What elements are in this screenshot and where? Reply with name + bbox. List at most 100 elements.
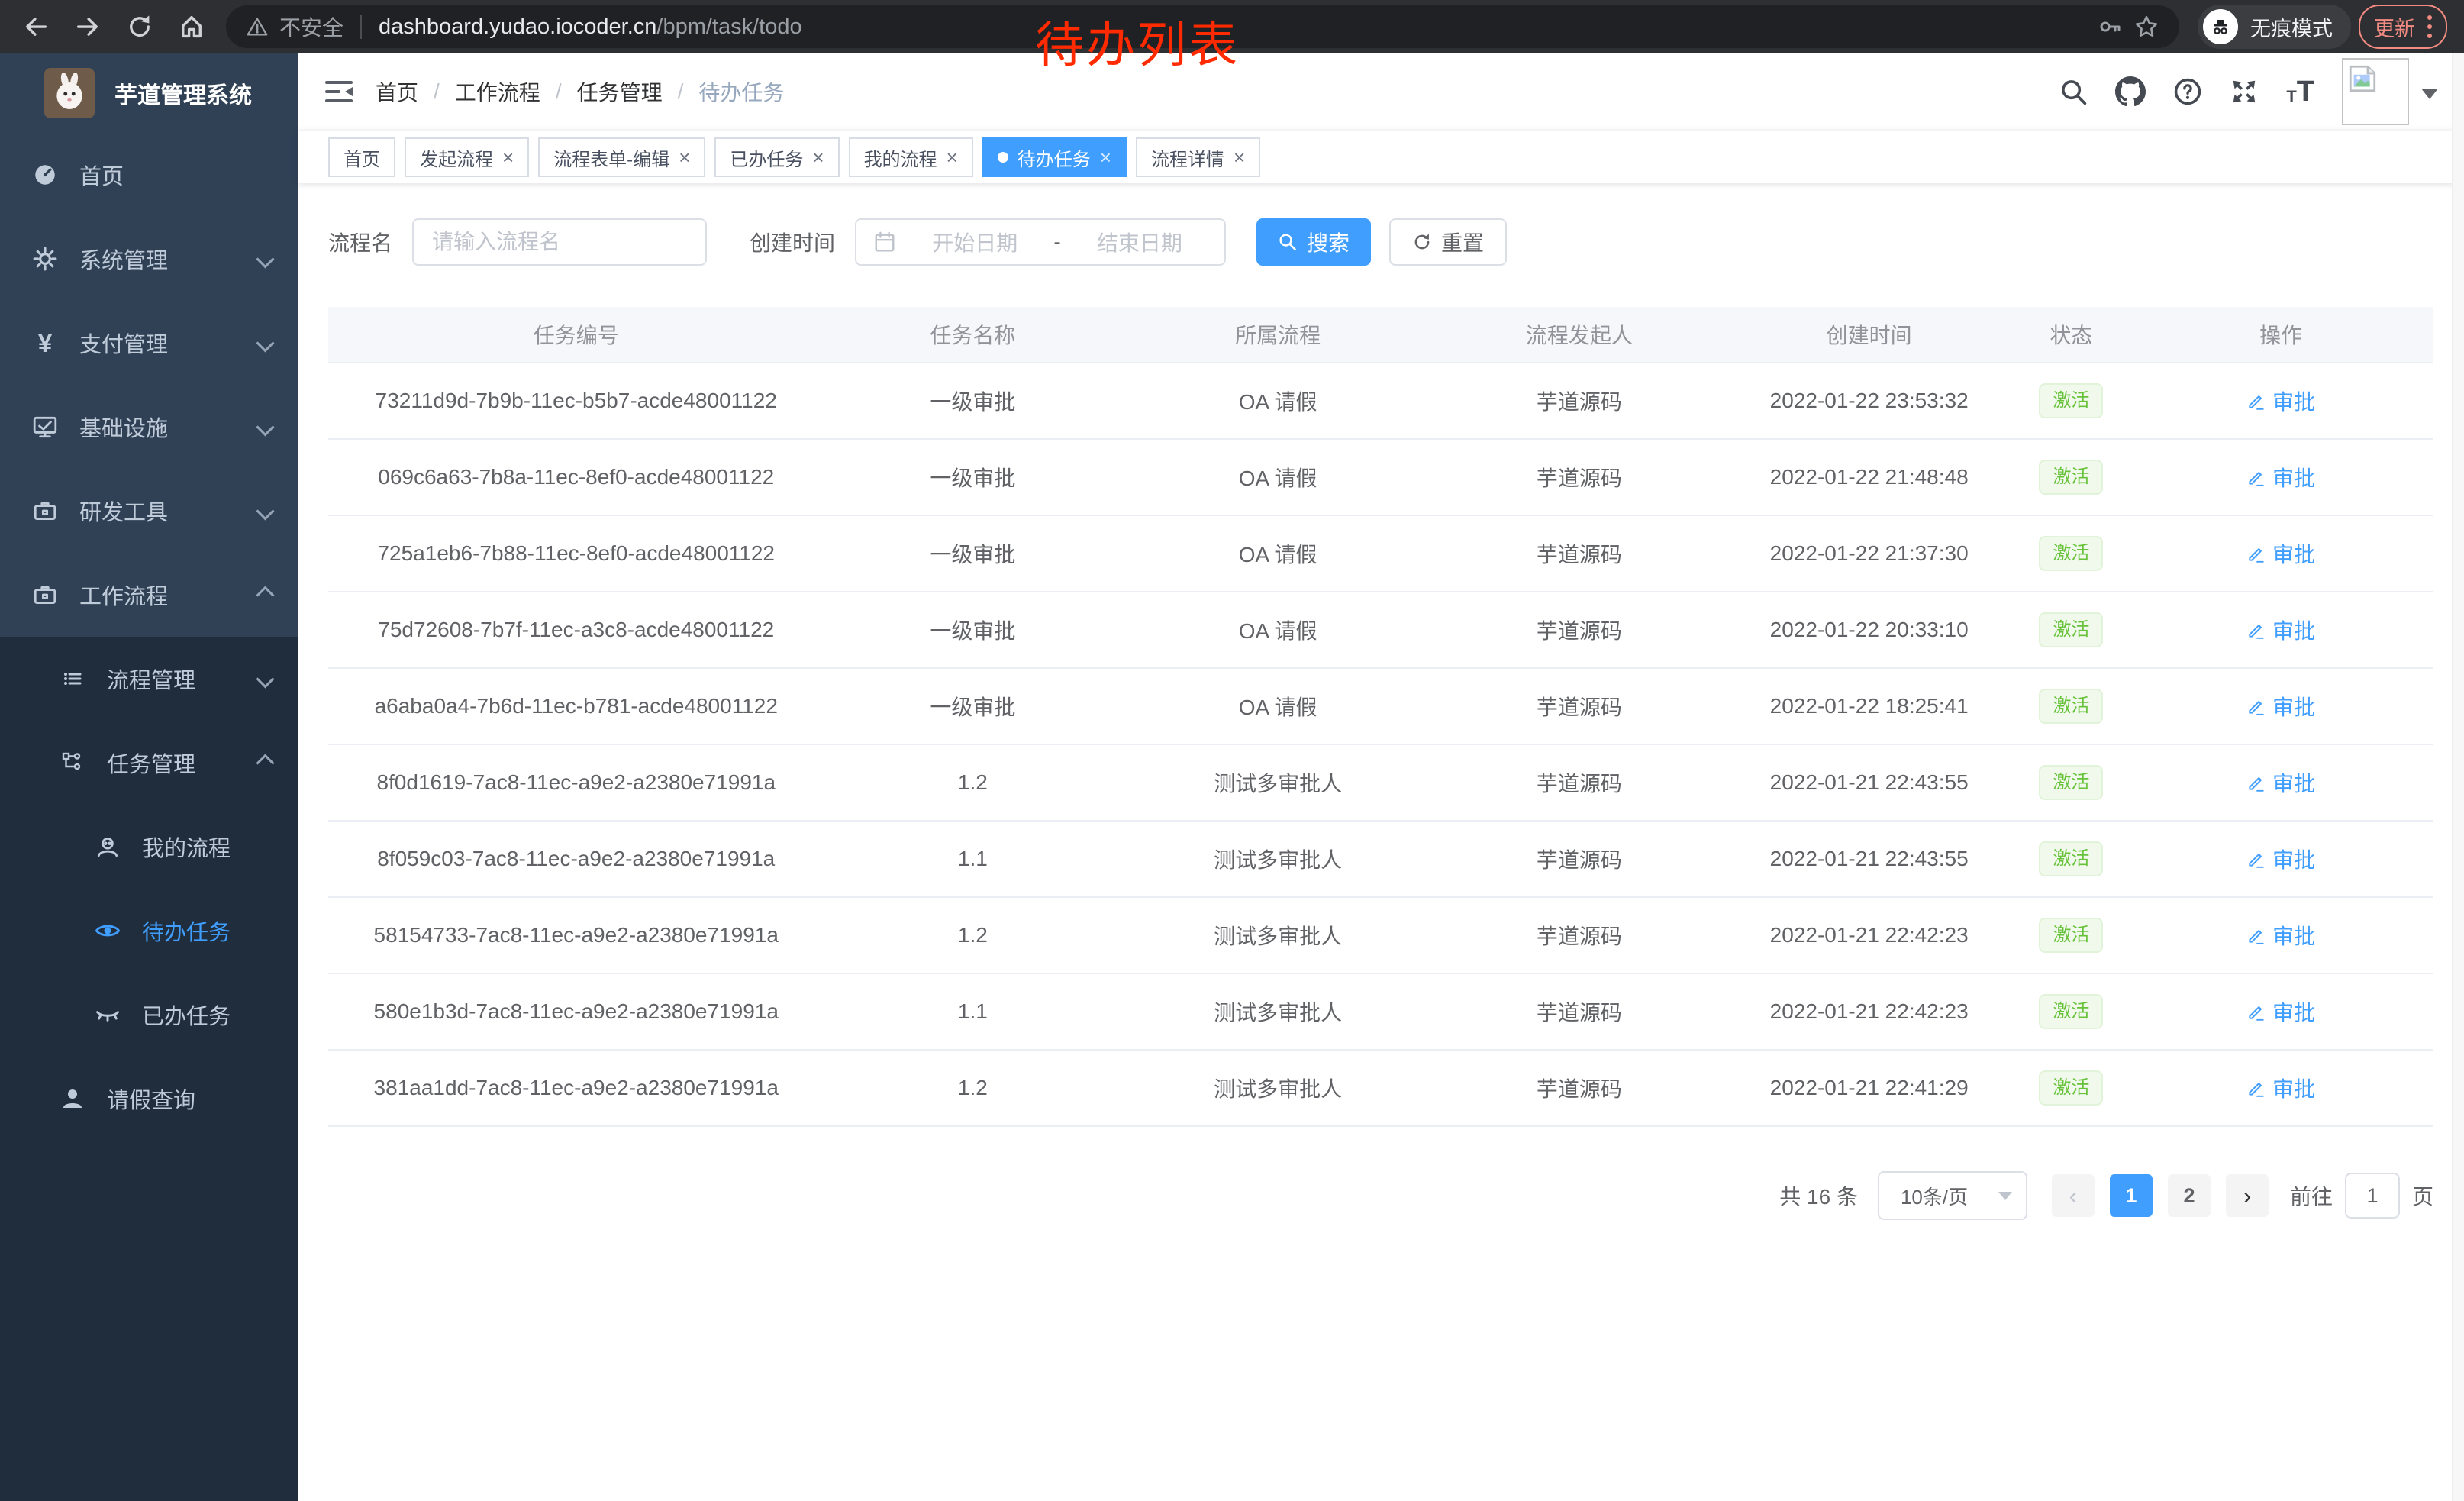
browser-home-button[interactable] xyxy=(169,5,214,49)
created-time-cell: 2022-01-22 18:25:41 xyxy=(1724,694,2014,718)
sidebar-item-system-mgmt[interactable]: 系统管理 xyxy=(0,217,298,301)
breadcrumb-task-mgmt[interactable]: 任务管理 xyxy=(577,76,663,107)
next-page-button[interactable]: › xyxy=(2226,1174,2269,1217)
browser-reload-button[interactable] xyxy=(118,5,162,49)
sidebar-item-task-mgmt[interactable]: 任务管理 xyxy=(0,721,298,805)
page-button-2[interactable]: 2 xyxy=(2168,1174,2211,1217)
date-range-picker[interactable]: 开始日期 - 结束日期 xyxy=(855,218,1226,266)
task-name-cell: 一级审批 xyxy=(824,462,1122,492)
approve-link[interactable]: 审批 xyxy=(2246,844,2315,874)
status-badge: 激活 xyxy=(2039,460,2103,495)
font-size-icon[interactable]: TT xyxy=(2286,80,2314,103)
task-name-cell: 1.1 xyxy=(824,847,1122,871)
key-icon[interactable] xyxy=(2098,15,2123,39)
column-header: 任务编号 xyxy=(328,319,824,350)
tab-label: 已办任务 xyxy=(730,144,803,171)
github-icon[interactable] xyxy=(2115,76,2146,107)
sidebar-item-home[interactable]: 首页 xyxy=(0,133,298,217)
search-button[interactable]: 搜索 xyxy=(1256,218,1371,266)
created-time-cell: 2022-01-22 21:37:30 xyxy=(1724,541,2014,566)
browser-forward-button[interactable] xyxy=(66,5,110,49)
approve-link[interactable]: 审批 xyxy=(2246,920,2315,951)
breadcrumb-home[interactable]: 首页 xyxy=(376,76,418,107)
process-cell: 测试多审批人 xyxy=(1121,996,1434,1027)
sidebar-item-process-mgmt[interactable]: 流程管理 xyxy=(0,637,298,721)
help-icon[interactable] xyxy=(2173,77,2202,106)
window-scrollbar[interactable] xyxy=(2452,53,2464,1501)
column-header: 操作 xyxy=(2128,319,2433,350)
tab-close-icon[interactable]: × xyxy=(1100,147,1111,167)
task-name-cell: 一级审批 xyxy=(824,386,1122,416)
tab-my-process[interactable]: 我的流程× xyxy=(849,137,973,177)
sidebar-item-my-process[interactable]: 我的流程 xyxy=(0,805,298,889)
sidebar-item-dev-tools[interactable]: 研发工具 xyxy=(0,469,298,553)
create-time-label: 创建时间 xyxy=(750,227,835,257)
status-cell: 激活 xyxy=(2014,1070,2129,1106)
sidebar-submenu-block: 流程管理任务管理我的流程待办任务已办任务请假查询 xyxy=(0,637,298,1501)
browser-menu-icon[interactable] xyxy=(2427,15,2432,38)
breadcrumb-workflow[interactable]: 工作流程 xyxy=(455,76,540,107)
tab-close-icon[interactable]: × xyxy=(947,147,958,167)
starter-cell: 芋道源码 xyxy=(1434,920,1724,951)
page-size-select[interactable]: 10条/页 xyxy=(1878,1171,2027,1220)
reset-button[interactable]: 重置 xyxy=(1389,218,1507,266)
bookmark-star-icon[interactable] xyxy=(2133,14,2159,40)
process-cell: OA 请假 xyxy=(1121,386,1434,416)
sidebar-item-leave-query[interactable]: 请假查询 xyxy=(0,1057,298,1141)
action-cell: 审批 xyxy=(2128,691,2433,721)
sidebar-item-payment-mgmt[interactable]: ¥支付管理 xyxy=(0,301,298,385)
tab-close-icon[interactable]: × xyxy=(502,147,514,167)
sidebar-item-label: 支付管理 xyxy=(79,327,168,359)
goto-label: 前往 xyxy=(2290,1180,2333,1211)
page-button-1[interactable]: 1 xyxy=(2110,1174,2153,1217)
approve-link[interactable]: 审批 xyxy=(2246,691,2315,721)
tab-close-icon[interactable]: × xyxy=(1234,147,1245,167)
address-bar[interactable]: 不安全 dashboard.yudao.iocoder.cn/bpm/task/… xyxy=(226,5,2179,48)
column-header: 所属流程 xyxy=(1121,319,1434,350)
task-name-cell: 一级审批 xyxy=(824,615,1122,645)
tab-home[interactable]: 首页 xyxy=(328,137,395,177)
user-circle-icon xyxy=(93,834,122,860)
task-id-cell: 58154733-7ac8-11ec-a9e2-a2380e71991a xyxy=(328,923,824,947)
approve-link[interactable]: 审批 xyxy=(2246,996,2315,1027)
prev-page-button[interactable]: ‹ xyxy=(2052,1174,2095,1217)
status-badge: 激活 xyxy=(2039,536,2103,571)
sidebar-logo[interactable]: 芋道管理系统 xyxy=(0,53,298,133)
tab-close-icon[interactable]: × xyxy=(679,147,690,167)
browser-back-button[interactable] xyxy=(14,5,58,49)
approve-link[interactable]: 审批 xyxy=(2246,1073,2315,1103)
starter-cell: 芋道源码 xyxy=(1434,538,1724,569)
sidebar-toggle-button[interactable] xyxy=(324,79,354,105)
chevron-down-icon xyxy=(256,502,274,520)
tab-start-process[interactable]: 发起流程× xyxy=(405,137,529,177)
sidebar-item-label: 流程管理 xyxy=(107,663,195,695)
sidebar-item-infrastructure[interactable]: 基础设施 xyxy=(0,385,298,469)
approve-link[interactable]: 审批 xyxy=(2246,615,2315,645)
tab-done-tasks[interactable]: 已办任务 × xyxy=(714,137,839,177)
approve-label: 审批 xyxy=(2272,386,2315,416)
fullscreen-icon[interactable] xyxy=(2230,77,2259,106)
approve-label: 审批 xyxy=(2272,844,2315,874)
tab-process-detail[interactable]: 流程详情× xyxy=(1136,137,1260,177)
sidebar-item-label: 我的流程 xyxy=(142,831,231,863)
person-icon xyxy=(58,1086,87,1111)
tab-todo-tasks[interactable]: 待办任务× xyxy=(982,137,1127,177)
chevron-down-icon xyxy=(256,670,274,688)
sidebar-item-workflow[interactable]: 工作流程 xyxy=(0,553,298,637)
process-name-input[interactable] xyxy=(412,218,707,266)
dashboard-icon xyxy=(31,162,60,188)
approve-link[interactable]: 审批 xyxy=(2246,386,2315,416)
approve-link[interactable]: 审批 xyxy=(2246,538,2315,569)
sidebar-item-done-tasks[interactable]: 已办任务 xyxy=(0,973,298,1057)
approve-link[interactable]: 审批 xyxy=(2246,462,2315,492)
created-time-cell: 2022-01-22 21:48:48 xyxy=(1724,465,2014,489)
approve-link[interactable]: 审批 xyxy=(2246,767,2315,798)
user-menu[interactable] xyxy=(2342,58,2438,125)
tab-process-form-edit[interactable]: 流程表单-编辑× xyxy=(538,137,705,177)
header-search-icon[interactable] xyxy=(2059,77,2088,106)
browser-update-button[interactable]: 更新 xyxy=(2359,5,2447,49)
sidebar-item-todo-tasks[interactable]: 待办任务 xyxy=(0,889,298,973)
goto-page-input[interactable] xyxy=(2345,1173,2400,1219)
tab-close-icon[interactable]: × xyxy=(812,147,824,167)
hamburger-icon xyxy=(324,79,354,105)
